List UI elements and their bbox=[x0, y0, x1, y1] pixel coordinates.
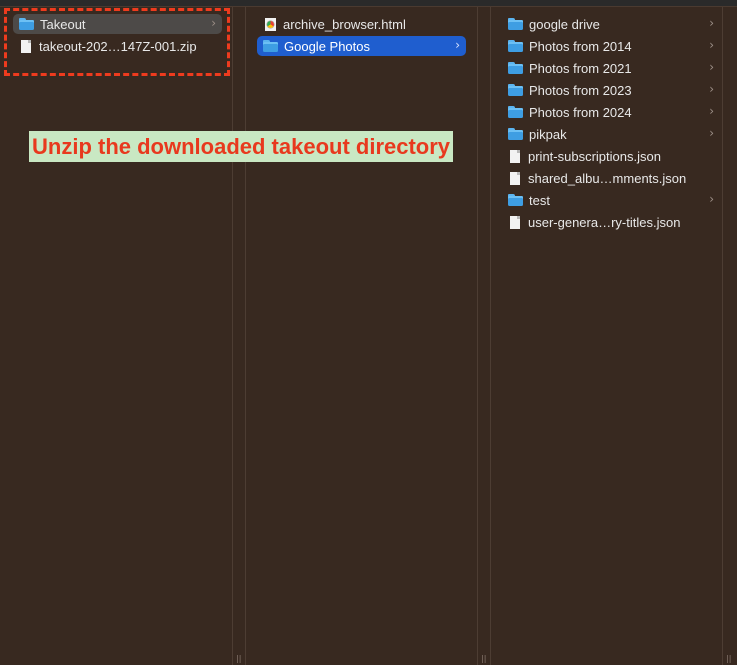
folder-icon bbox=[508, 40, 523, 52]
chevron-right-icon: › bbox=[709, 126, 714, 140]
item-label: user-genera…ry-titles.json bbox=[528, 214, 681, 230]
document-icon bbox=[510, 149, 520, 163]
file-row-archive-browser[interactable]: archive_browser.html bbox=[257, 14, 466, 34]
chevron-right-icon: › bbox=[709, 16, 714, 30]
folder-icon bbox=[263, 40, 278, 52]
column-resize-handle-1[interactable]: || bbox=[232, 7, 246, 665]
column-2: archive_browser.html Google Photos › bbox=[246, 7, 478, 665]
file-row-print-subscriptions[interactable]: print-subscriptions.json bbox=[502, 146, 720, 166]
folder-icon bbox=[508, 62, 523, 74]
window-top-edge bbox=[0, 0, 737, 7]
item-label: test bbox=[529, 192, 550, 208]
item-label: print-subscriptions.json bbox=[528, 148, 661, 164]
resize-grip-icon: || bbox=[236, 654, 242, 663]
column-resize-handle-2[interactable]: || bbox=[477, 7, 491, 665]
item-label: archive_browser.html bbox=[283, 16, 406, 32]
item-label: google drive bbox=[529, 16, 600, 32]
folder-row-photos-2024[interactable]: Photos from 2024 › bbox=[502, 102, 720, 122]
folder-icon bbox=[508, 18, 523, 30]
folder-row-pikpak[interactable]: pikpak › bbox=[502, 124, 720, 144]
document-icon bbox=[510, 171, 520, 185]
resize-grip-icon: || bbox=[481, 654, 487, 663]
item-label: shared_albu…mments.json bbox=[528, 170, 687, 186]
document-icon bbox=[510, 215, 520, 229]
item-label: Photos from 2023 bbox=[529, 82, 632, 98]
folder-row-photos-2021[interactable]: Photos from 2021 › bbox=[502, 58, 720, 78]
chevron-right-icon: › bbox=[455, 38, 460, 52]
chevron-right-icon: › bbox=[709, 82, 714, 96]
folder-row-photos-2023[interactable]: Photos from 2023 › bbox=[502, 80, 720, 100]
resize-grip-icon: || bbox=[726, 654, 732, 663]
chevron-right-icon: › bbox=[709, 38, 714, 52]
column-resize-handle-3[interactable]: || bbox=[722, 7, 737, 665]
annotation-callout: Unzip the downloaded takeout directory bbox=[29, 131, 454, 162]
item-label: pikpak bbox=[529, 126, 567, 142]
chevron-right-icon: › bbox=[709, 192, 714, 206]
annotation-highlight-box bbox=[4, 8, 230, 76]
item-label: Google Photos bbox=[284, 38, 371, 54]
item-label: Photos from 2021 bbox=[529, 60, 632, 76]
folder-row-test[interactable]: test › bbox=[502, 190, 720, 210]
folder-row-google-photos[interactable]: Google Photos › bbox=[257, 36, 466, 56]
folder-icon bbox=[508, 84, 523, 96]
folder-row-photos-2014[interactable]: Photos from 2014 › bbox=[502, 36, 720, 56]
html-file-icon bbox=[265, 17, 276, 31]
column-3: google drive › Photos from 2014 › Photos… bbox=[491, 7, 722, 665]
file-row-shared-album-comments[interactable]: shared_albu…mments.json bbox=[502, 168, 720, 188]
folder-icon bbox=[508, 194, 523, 206]
folder-row-google-drive[interactable]: google drive › bbox=[502, 14, 720, 34]
item-label: Photos from 2014 bbox=[529, 38, 632, 54]
item-label: Photos from 2024 bbox=[529, 104, 632, 120]
folder-icon bbox=[508, 128, 523, 140]
column-1: Takeout › takeout-202…147Z-001.zip bbox=[0, 7, 232, 665]
file-row-user-generated-titles[interactable]: user-genera…ry-titles.json bbox=[502, 212, 720, 232]
chevron-right-icon: › bbox=[709, 60, 714, 74]
folder-icon bbox=[508, 106, 523, 118]
chevron-right-icon: › bbox=[709, 104, 714, 118]
